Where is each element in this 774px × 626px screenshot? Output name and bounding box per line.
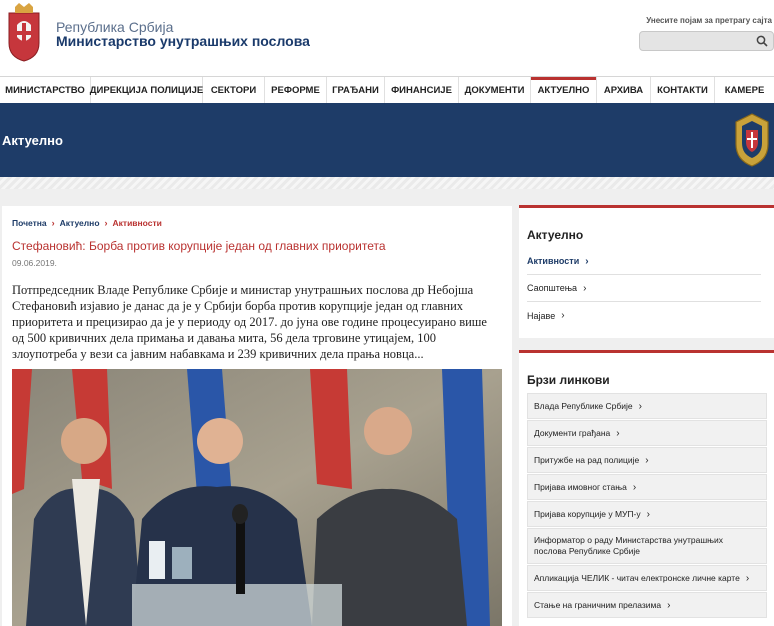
search-icon[interactable] <box>756 35 768 47</box>
brand-ministry[interactable]: Министарство унутрашњих послова <box>56 33 310 49</box>
quick-link-dokumenti[interactable]: Документи грађана › <box>527 420 767 446</box>
quick-link-celik[interactable]: Апликација ЧЕЛИК - читач електронске лич… <box>527 565 767 591</box>
nav-sektori[interactable]: СЕКТОРИ <box>203 77 265 104</box>
decorative-stripe <box>0 177 774 189</box>
nav-reforme[interactable]: РЕФОРМЕ <box>265 77 327 104</box>
chevron-right-icon: › <box>585 255 589 267</box>
nav-finansije[interactable]: ФИНАНСИЈЕ <box>385 77 459 104</box>
chevron-right-icon: › <box>667 599 671 611</box>
article-body: Потпредседник Владе Републике Србије и м… <box>12 283 487 361</box>
chevron-right-icon: › <box>104 218 108 228</box>
quick-link-korupcija[interactable]: Пријава корупције у МУП-у › <box>527 501 767 527</box>
chevron-right-icon: › <box>583 282 587 294</box>
search-input[interactable] <box>639 31 774 51</box>
site-header: Република Србија Министарство унутрашњих… <box>0 0 774 76</box>
sidebar-title: Актуелно <box>527 228 584 242</box>
article-date: 09.06.2019. <box>12 258 57 268</box>
sidebar-item-saopstenja[interactable]: Саопштења › <box>527 275 761 302</box>
quick-link-label: Информатор о раду Министарства унутрашњи… <box>534 535 724 556</box>
chevron-right-icon: › <box>632 481 637 493</box>
page-banner: Актуелно <box>0 103 774 177</box>
nav-aktuelno[interactable]: АКТУЕЛНО <box>531 77 597 104</box>
chevron-right-icon: › <box>51 218 55 228</box>
nav-gradjani[interactable]: ГРАЂАНИ <box>327 77 385 104</box>
breadcrumb-current: Активности <box>112 218 162 228</box>
quick-link-prituzbe[interactable]: Притужбе на рад полиције › <box>527 447 767 473</box>
quick-link-label: Стање на граничним прелазима <box>534 599 662 610</box>
quick-link-vlada[interactable]: Влада Републике Србије › <box>527 393 767 419</box>
chevron-right-icon: › <box>745 572 750 584</box>
breadcrumb: Почетна › Актуелно › Активности <box>12 218 162 228</box>
chevron-right-icon: › <box>645 454 649 466</box>
main-nav: МИНИСТАРСТВО ДИРЕКЦИЈА ПОЛИЦИЈЕ СЕКТОРИ … <box>0 76 774 104</box>
sidebar-quick-links: Брзи линкови Влада Републике Србије › Док… <box>519 350 774 626</box>
quick-link-label: Документи грађана <box>534 427 611 438</box>
chevron-right-icon: › <box>646 508 650 520</box>
sidebar-item-label: Најаве <box>527 310 556 321</box>
chevron-right-icon: › <box>638 400 642 412</box>
article-title: Стефановић: Борба против корупције један… <box>12 239 386 253</box>
article-card: Почетна › Актуелно › Активности Стефанов… <box>2 206 512 626</box>
quick-link-label: Апликација ЧЕЛИК - читач електронске лич… <box>534 572 740 583</box>
sidebar-item-aktivnosti[interactable]: Активности › <box>527 248 761 275</box>
nav-arhiva[interactable]: АРХИВА <box>597 77 651 104</box>
breadcrumb-home[interactable]: Почетна <box>12 218 47 228</box>
sidebar-item-najave[interactable]: Најаве › <box>527 302 761 329</box>
search-hint: Унесите појам за претрагу сајта <box>646 16 772 25</box>
chevron-right-icon: › <box>616 427 620 439</box>
sidebar-item-label: Активности <box>527 256 580 266</box>
quick-link-label: Пријава имовног стања <box>534 481 627 492</box>
coat-of-arms-icon[interactable] <box>5 3 43 63</box>
quick-link-label: Пријава корупције у МУП-у <box>534 508 641 519</box>
nav-kamere[interactable]: КАМЕРЕ <box>715 77 774 104</box>
nav-direkcija-policije[interactable]: ДИРЕКЦИЈА ПОЛИЦИЈЕ <box>90 77 203 104</box>
quick-link-granicni-prelazi[interactable]: Стање на граничним прелазима › <box>527 592 767 618</box>
chevron-right-icon: › <box>561 310 565 321</box>
sidebar-item-label: Саопштења <box>527 283 578 293</box>
page-title: Актуелно <box>2 133 63 148</box>
nav-kontakti[interactable]: КОНТАКТИ <box>651 77 715 104</box>
sidebar-aktuelno: Актуелно Активности › Саопштења › Најаве… <box>519 205 774 338</box>
nav-ministarstvo[interactable]: МИНИСТАРСТВО <box>0 77 91 104</box>
quick-link-imovno-stanje[interactable]: Пријава имовног стања › <box>527 474 767 500</box>
quick-link-informator[interactable]: Информатор о раду Министарства унутрашњи… <box>527 528 767 564</box>
police-badge-icon <box>735 113 769 167</box>
sidebar-title: Брзи линкови <box>527 373 610 387</box>
article-photo[interactable] <box>12 369 502 626</box>
nav-dokumenti[interactable]: ДОКУМЕНТИ <box>459 77 531 104</box>
breadcrumb-aktuelno[interactable]: Актуелно <box>60 218 100 228</box>
quick-link-label: Влада Републике Србије <box>534 400 633 411</box>
quick-link-label: Притужбе на рад полиције <box>534 454 640 465</box>
